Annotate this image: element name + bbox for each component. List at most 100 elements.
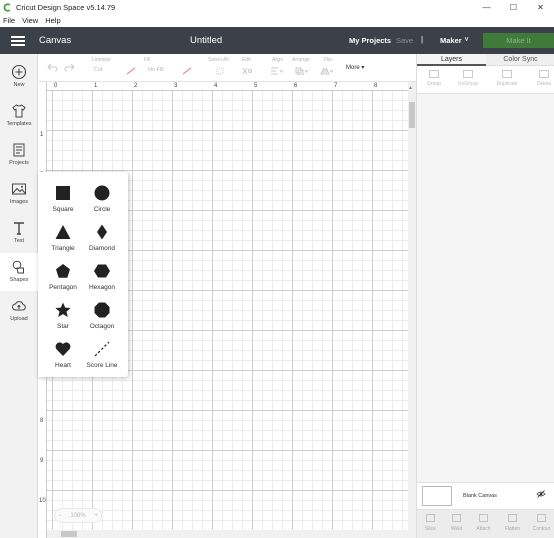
linetype-select[interactable]: Cut	[94, 67, 103, 73]
sidebar-item-upload[interactable]: Upload	[0, 292, 38, 330]
scrollbar-thumb[interactable]	[61, 531, 77, 537]
ruler-tick-label: 7	[334, 83, 338, 89]
title-bar: Cricut Design Space v5.14.79 — ☐ ✕	[0, 0, 554, 14]
menu-view[interactable]: View	[22, 16, 38, 25]
menu-file[interactable]: File	[3, 16, 15, 25]
contour-label: Contour	[532, 526, 551, 532]
delete-button[interactable]: Delete	[529, 70, 554, 87]
redo-icon[interactable]	[64, 62, 76, 72]
text-icon	[14, 222, 24, 235]
hamburger-menu-icon[interactable]	[11, 36, 25, 46]
my-projects-button[interactable]: My Projects	[349, 36, 391, 45]
menu-help[interactable]: Help	[45, 16, 60, 25]
ungroup-button[interactable]: UnGroup	[453, 70, 483, 87]
linetype-label: Linetype	[92, 57, 111, 63]
weld-button[interactable]: Weld	[443, 514, 470, 532]
horizontal-scrollbar[interactable]	[47, 530, 408, 538]
ruler-tick-label: 0	[54, 83, 58, 89]
slice-button[interactable]: Slice	[417, 514, 444, 532]
scroll-up-icon[interactable]: ▴	[409, 84, 412, 91]
ruler-tick-label: 3	[174, 83, 178, 89]
shape-star[interactable]: Star	[43, 299, 83, 335]
shape-pentagon[interactable]: Pentagon	[43, 260, 83, 296]
arrange-icon[interactable]	[295, 67, 309, 75]
flatten-label: Flatten	[504, 526, 521, 532]
eye-hidden-icon[interactable]	[536, 490, 546, 498]
group-button[interactable]: Group	[419, 70, 449, 87]
fill-label: Fill	[144, 57, 151, 63]
tab-layers[interactable]: Layers	[417, 54, 486, 66]
fill-color-icon[interactable]	[182, 67, 192, 75]
align-label: Align	[272, 57, 284, 63]
sidebar-item-label: Text	[13, 238, 25, 244]
section-title: Canvas	[39, 35, 72, 46]
sidebar-item-label: Templates	[6, 121, 32, 127]
save-button[interactable]: Save	[396, 36, 413, 45]
vertical-scrollbar[interactable]: ▴	[408, 82, 416, 538]
maximize-button[interactable]: ☐	[500, 0, 527, 14]
shape-triangle[interactable]: Triangle	[43, 221, 83, 257]
group-icon	[429, 70, 439, 78]
sidebar-item-templates[interactable]: Templates	[0, 97, 38, 135]
ungroup-label: UnGroup	[457, 81, 479, 87]
sidebar-item-text[interactable]: Text	[0, 214, 38, 252]
sidebar-item-images[interactable]: Images	[0, 175, 38, 213]
undo-icon[interactable]	[46, 62, 58, 72]
chevron-down-icon[interactable]: ∨	[464, 35, 469, 43]
contour-icon	[537, 514, 546, 522]
sidebar-item-new[interactable]: New	[0, 58, 38, 96]
octagon-shape-icon	[94, 302, 110, 318]
duplicate-button[interactable]: Duplicate	[492, 70, 522, 87]
close-button[interactable]: ✕	[527, 0, 554, 14]
edit-icon[interactable]	[241, 67, 253, 75]
attach-button[interactable]: Attach	[470, 514, 497, 532]
canvas-color-swatch[interactable]	[422, 486, 452, 506]
sidebar-item-label: Images	[9, 199, 29, 205]
align-icon[interactable]	[270, 67, 284, 75]
shape-label: Hexagon	[88, 284, 116, 291]
blank-canvas-row[interactable]: Blank Canvas	[417, 482, 554, 510]
sidebar-item-label: Shapes	[9, 277, 29, 283]
machine-selector[interactable]: Maker	[440, 36, 462, 45]
make-it-button[interactable]: Make It	[483, 33, 554, 48]
flip-icon[interactable]	[320, 67, 334, 75]
minimize-button[interactable]: —	[473, 0, 500, 14]
zoom-out-button[interactable]: −	[58, 513, 62, 519]
shape-octagon[interactable]: Octagon	[82, 299, 122, 335]
shape-diamond[interactable]: Diamond	[82, 221, 122, 257]
shape-label: Heart	[55, 362, 71, 369]
scrollbar-thumb[interactable]	[409, 102, 415, 128]
ruler-tick-label: 6	[294, 83, 298, 89]
tab-color-sync[interactable]: Color Sync	[486, 54, 554, 66]
contour-button[interactable]: Contour	[528, 514, 554, 532]
fill-select[interactable]: No Fill	[148, 67, 164, 73]
attach-icon	[479, 514, 488, 522]
shirt-icon	[12, 104, 26, 118]
shape-score-line[interactable]: Score Line	[82, 338, 122, 374]
shape-heart[interactable]: Heart	[43, 338, 83, 374]
shape-square[interactable]: Square	[43, 182, 83, 218]
zoom-control: − 100% +	[54, 508, 102, 523]
project-title[interactable]: Untitled	[190, 35, 222, 46]
weld-icon	[452, 514, 461, 522]
shape-hexagon[interactable]: Hexagon	[82, 260, 122, 296]
score-line-icon	[94, 341, 110, 357]
linetype-color-icon[interactable]	[126, 67, 136, 75]
sidebar-item-label: Upload	[10, 316, 28, 322]
shape-circle[interactable]: Circle	[82, 182, 122, 218]
ruler-tick-label: 4	[214, 83, 218, 89]
sidebar-item-shapes[interactable]: Shapes	[0, 253, 38, 291]
flatten-button[interactable]: Flatten	[499, 514, 526, 532]
more-menu-button[interactable]: More ▾	[346, 64, 364, 71]
ruler-tick-label: 1	[40, 132, 44, 138]
sidebar-item-projects[interactable]: Projects	[0, 136, 38, 174]
slice-label: Slice	[425, 526, 436, 532]
zoom-in-button[interactable]: +	[94, 513, 98, 519]
shape-label: Triangle	[51, 245, 75, 252]
ruler-tick-label: 10	[39, 498, 46, 504]
edit-toolbar: Linetype Cut Fill No Fill Select All Edi…	[38, 54, 416, 82]
ruler-tick-label: 2	[134, 83, 138, 89]
circle-shape-icon	[94, 185, 110, 201]
duplicate-label: Duplicate	[496, 81, 518, 87]
select-all-icon[interactable]	[216, 67, 224, 75]
